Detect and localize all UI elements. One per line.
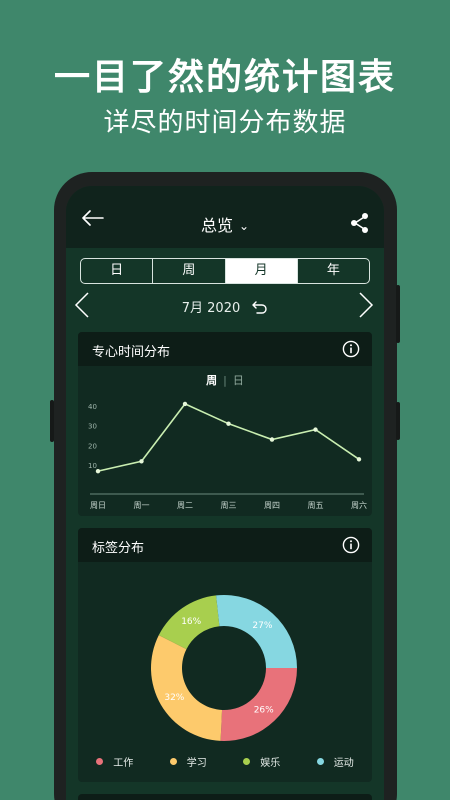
info-icon[interactable]: [342, 340, 360, 358]
x-tick-label: 周日: [90, 501, 106, 510]
month-label-wrap: 7月 2020: [66, 297, 384, 316]
next-card-header: [78, 794, 372, 800]
tag-donut-chart: 26% 32% 16% 27%: [151, 595, 297, 741]
legend-swatch: [243, 758, 251, 765]
tag-card-title: 标签分布: [92, 541, 145, 556]
tab-day[interactable]: 日: [81, 259, 154, 283]
slice-value-label: 32%: [164, 693, 184, 703]
focus-card-title: 专心时间分布: [92, 345, 171, 360]
x-tick-label: 周一: [134, 501, 150, 510]
x-tick-label: 周五: [308, 501, 324, 510]
slice-value-label: 27%: [252, 621, 272, 631]
legend-swatch: [316, 758, 324, 765]
nav-title-label: 总览: [200, 216, 233, 235]
x-tick-label: 周六: [351, 500, 367, 510]
tab-week[interactable]: 周: [153, 259, 226, 283]
hero-subtitle: 详尽的时间分布数据: [103, 108, 347, 138]
app-screen: 总览 ⌄ 日 周 月 年 7月 2020 专心时间分布 周 | 日 10 20 …: [66, 186, 384, 800]
legend-item: 运动: [316, 754, 354, 769]
legend-label: 学习: [186, 758, 207, 769]
legend-swatch: [96, 758, 104, 765]
y-tick-label: 10: [88, 462, 97, 470]
focus-card-header: 专心时间分布: [78, 332, 372, 366]
phone-side-button: [396, 402, 400, 440]
y-tick-label: 40: [88, 403, 97, 411]
data-point: [95, 468, 101, 474]
data-point: [182, 401, 188, 407]
donut-slice: [216, 595, 297, 668]
x-tick-label: 周四: [264, 501, 280, 510]
legend-item: 娱乐: [243, 754, 280, 769]
donut-slice: [220, 668, 297, 741]
tag-card-header: 标签分布: [78, 528, 372, 562]
donut-legend: 工作 学习 娱乐 运动: [78, 754, 372, 769]
share-icon[interactable]: [350, 212, 370, 234]
data-point: [226, 421, 231, 426]
data-point: [356, 457, 362, 462]
phone-power-button: [396, 285, 400, 343]
phone-volume-button: [50, 400, 54, 442]
tag-distribution-card: 标签分布 26% 32% 16% 27% 工作 学习 娱乐 运动: [78, 528, 372, 782]
series-line: [97, 402, 360, 472]
focus-line-chart: 10 20 30 40 周日 周一 周二 周三 周四 周五 周六: [88, 401, 367, 510]
chevron-down-icon: ⌄: [238, 219, 250, 233]
top-bar: 总览 ⌄: [66, 186, 384, 248]
next-month-icon[interactable]: [358, 292, 374, 318]
y-tick-label: 20: [88, 442, 97, 450]
data-point: [139, 459, 144, 464]
donut-slice: [151, 635, 223, 741]
slice-value-label: 26%: [254, 706, 274, 716]
x-tick-label: 周三: [221, 501, 237, 510]
legend-swatch: [169, 758, 177, 765]
legend-label: 娱乐: [260, 758, 281, 769]
legend-item: 学习: [169, 754, 207, 769]
legend-label: 工作: [113, 758, 134, 769]
hero-title: 一目了然的统计图表: [53, 57, 396, 98]
info-icon[interactable]: [342, 536, 360, 554]
overview-dropdown[interactable]: 总览 ⌄: [66, 212, 384, 236]
month-label: 7月 2020: [181, 301, 241, 316]
month-navigator: 7月 2020: [66, 290, 384, 320]
tab-year[interactable]: 年: [298, 259, 369, 283]
x-tick-label: 周二: [177, 501, 193, 510]
tab-month[interactable]: 月: [225, 259, 298, 283]
y-tick-label: 30: [88, 423, 97, 431]
legend-label: 运动: [333, 758, 354, 769]
legend-item: 工作: [96, 754, 133, 769]
undo-icon[interactable]: [252, 300, 268, 314]
data-point: [313, 427, 318, 432]
focus-time-card: 专心时间分布 周 | 日 10 20 30 40 周日 周一 周二 周三 周四 周五 周六: [78, 332, 372, 516]
period-segmented-control: 日 周 月 年: [80, 258, 370, 284]
slice-value-label: 16%: [181, 617, 201, 627]
data-point: [269, 437, 275, 442]
